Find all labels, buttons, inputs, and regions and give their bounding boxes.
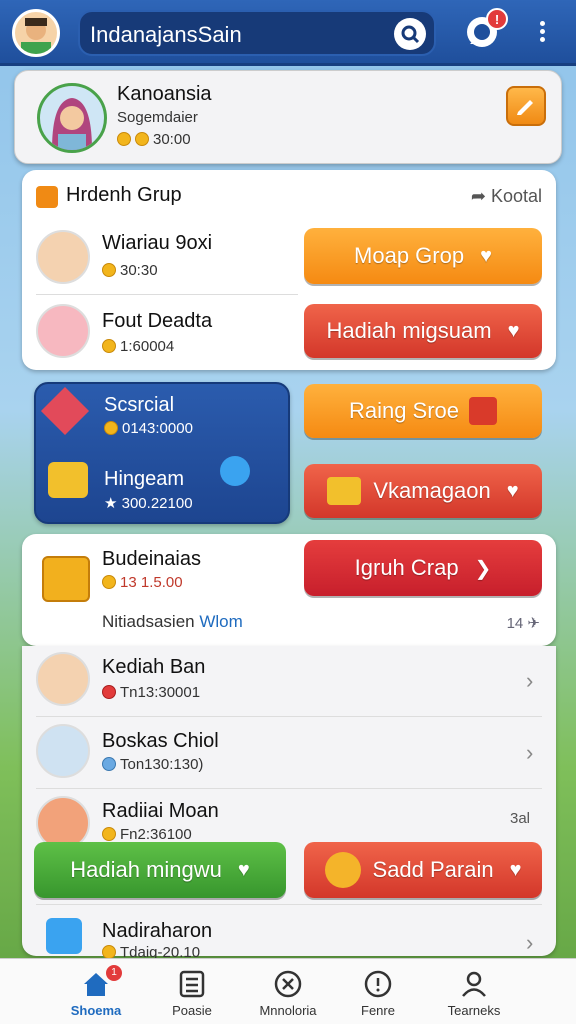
gold-bar-icon: [48, 462, 88, 498]
coin-icon: [102, 263, 116, 277]
bundle-price: 13 1.5.00: [102, 574, 183, 591]
group-action[interactable]: ➦ Kootal: [471, 186, 542, 207]
nav-monitor[interactable]: Mnnoloria: [240, 959, 336, 1024]
divider: [36, 294, 298, 295]
special-title: Scsrcial: [104, 394, 175, 416]
clipboard-icon: [46, 918, 82, 954]
list-item-stat: Fn2:36100: [102, 826, 192, 843]
crown-icon: [327, 477, 362, 505]
divider: [36, 716, 542, 717]
heart-icon: ♥: [237, 858, 250, 881]
special-subtitle: Hingeam: [104, 468, 185, 490]
list-item-stat: Ton130:130): [102, 756, 203, 773]
profile-name: Kanoansia: [117, 83, 212, 105]
bottom-nav: 1 Shoema Poasie Mnnoloria Fenre Tearneks: [0, 958, 576, 1024]
share-icon: ➦: [470, 186, 491, 206]
saddle-pair-button[interactable]: Sadd Parain ♥: [304, 842, 542, 898]
search-input[interactable]: IndanajansSain: [90, 22, 242, 48]
list-item-name: Nadiraharon: [102, 920, 213, 942]
chevron-right-icon: ❯: [474, 557, 492, 580]
bundle-button[interactable]: Igruh Crap ❯: [304, 540, 542, 596]
coin-icon: [102, 827, 116, 841]
nav-label: Tearneks: [447, 1003, 501, 1018]
coin-icon: [102, 339, 116, 353]
top-bar: IndanajansSain !: [0, 0, 576, 66]
coin-icon: [135, 132, 149, 146]
coin-icon: [117, 132, 131, 146]
group-title: Hrdenh Grup: [66, 184, 182, 206]
profile-avatar: [37, 83, 107, 153]
coin-icon: [102, 575, 116, 589]
member-stat: 1:60004: [102, 338, 174, 355]
member-name: Wiariau 9oxi: [102, 232, 213, 254]
gift-icon: [469, 397, 498, 425]
player-list: Kediah Ban Tn13:30001 › Boskas Chiol Ton…: [22, 646, 556, 961]
user-avatar[interactable]: [12, 9, 60, 57]
search-icon[interactable]: [394, 18, 426, 50]
nav-label: Fenre: [361, 1003, 395, 1018]
divider: [36, 904, 542, 905]
nav-free[interactable]: Fenre: [330, 959, 426, 1024]
rating-store-button[interactable]: Raing Sroe: [304, 384, 542, 438]
star-icon: ★: [104, 495, 122, 512]
coin-icon: [102, 685, 116, 699]
nav-label: Shoema: [70, 1003, 122, 1018]
info-icon: [364, 970, 392, 998]
special-sub-value: ★ 300.22100: [104, 495, 193, 512]
profile-subtitle: Sogemdaier: [117, 109, 198, 126]
person-icon: [462, 971, 486, 997]
profile-card: Kanoansia Sogemdaier 30:00: [14, 70, 562, 164]
weekly-reward-button[interactable]: Hadiah mingwu ♥: [34, 842, 286, 898]
divider: [36, 788, 542, 789]
nav-label: Poasie: [172, 1003, 212, 1018]
list-item-name: Boskas Chiol: [102, 730, 219, 752]
list-avatar: [36, 724, 90, 778]
chevron-right-icon[interactable]: ›: [526, 668, 533, 694]
bundle-link[interactable]: Wlom: [199, 612, 242, 631]
coin-icon: [102, 945, 116, 959]
nav-badge: 1: [106, 965, 122, 981]
heart-icon: ♥: [506, 479, 519, 502]
nav-teams[interactable]: Tearneks: [426, 959, 522, 1024]
list-icon: [179, 970, 205, 998]
coin-icon: [102, 757, 116, 771]
bundle-title: Budeinaias: [102, 548, 201, 570]
drop-icon: [220, 456, 250, 486]
more-menu-icon[interactable]: [532, 18, 552, 48]
vkamagaon-button[interactable]: Vkamagaon ♥: [304, 464, 542, 518]
list-item-name: Radiiai Moan: [102, 800, 219, 822]
map-group-button[interactable]: Moap Grop ♥: [304, 228, 542, 284]
list-avatar: [36, 652, 90, 706]
nav-posts[interactable]: Poasie: [144, 959, 240, 1024]
member-avatar: [36, 304, 90, 358]
close-circle-icon: [274, 970, 302, 998]
coin-icon: [104, 421, 118, 435]
search-bar[interactable]: IndanajansSain: [78, 10, 436, 56]
heart-icon: ♥: [507, 319, 520, 342]
notification-badge: !: [486, 8, 508, 30]
special-card[interactable]: Scsrcial 0143:0000 Hingeam ★ 300.22100: [34, 382, 290, 524]
bear-icon: [324, 852, 361, 888]
treasure-box-icon: [42, 556, 90, 602]
nav-label: Mnnoloria: [259, 1003, 317, 1018]
nav-home[interactable]: 1 Shoema: [48, 959, 144, 1024]
list-item-name: Kediah Ban: [102, 656, 206, 678]
heart-icon: ♥: [480, 244, 492, 267]
gem-icon: [40, 386, 90, 436]
list-item-right: 3al: [510, 810, 531, 827]
bundle-count: 14 ✈: [506, 615, 540, 632]
edit-profile-button[interactable]: [506, 86, 546, 126]
profile-coins: 30:00: [117, 131, 191, 148]
list-item-stat: Tn13:30001: [102, 684, 200, 701]
heart-icon: ♥: [509, 858, 522, 881]
special-value: 0143:0000: [104, 420, 193, 437]
chevron-right-icon[interactable]: ›: [526, 930, 533, 956]
weekly-gift-button[interactable]: Hadiah migsuam ♥: [304, 304, 542, 358]
member-avatar: [36, 230, 90, 284]
chevron-right-icon[interactable]: ›: [526, 740, 533, 766]
member-stat: 30:30: [102, 262, 158, 279]
group-icon: [36, 186, 58, 208]
bundle-note: Nitiadsasien Wlom: [102, 612, 243, 631]
member-name: Fout Deadta: [102, 310, 213, 332]
